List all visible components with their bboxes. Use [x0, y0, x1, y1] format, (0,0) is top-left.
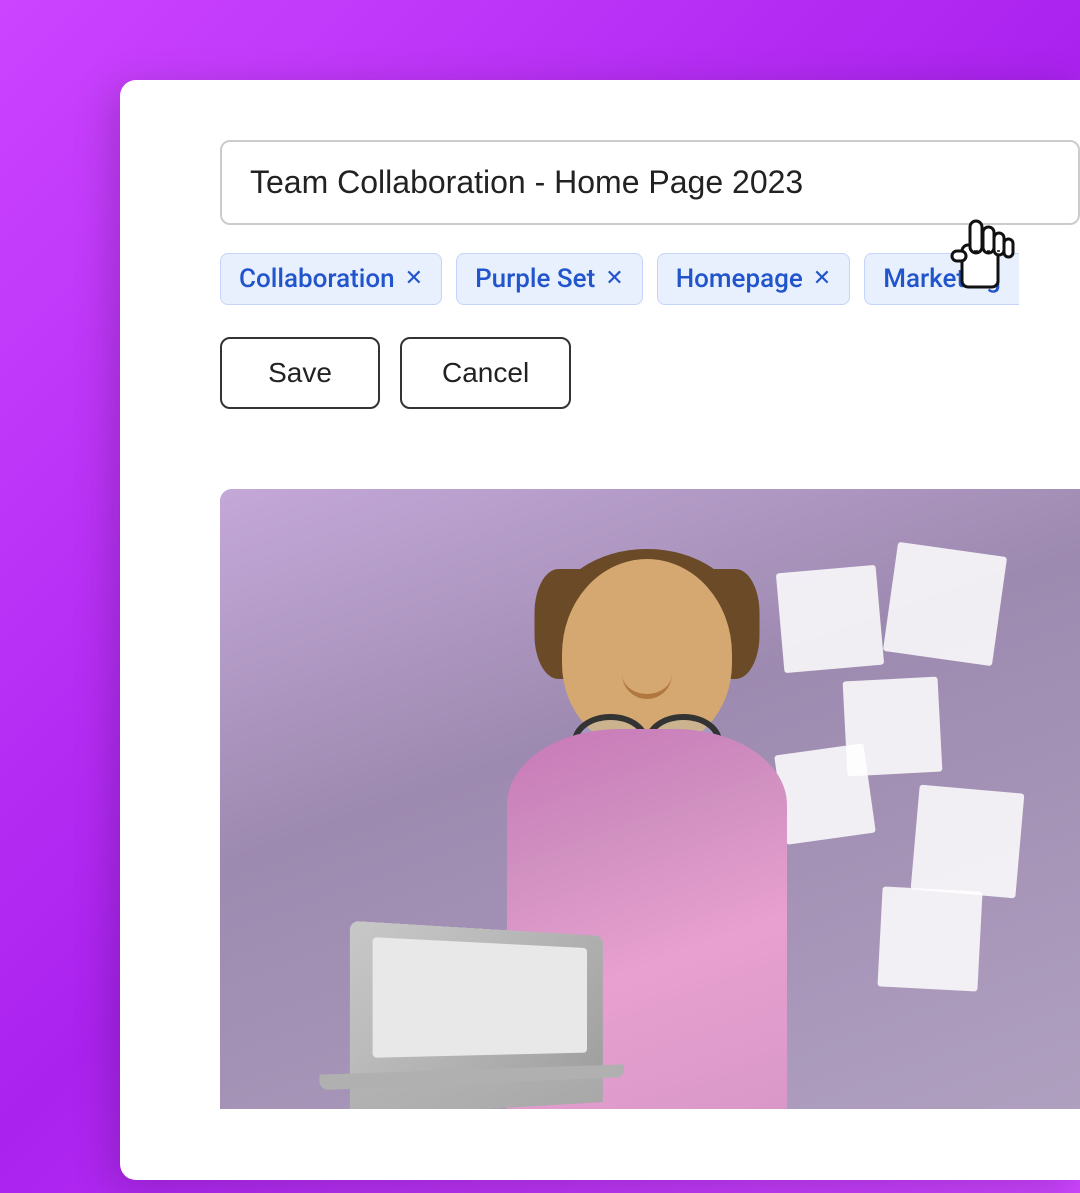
tag-purple-set-label: Purple Set — [475, 264, 595, 294]
tag-marketing: Marketing — [864, 253, 1019, 305]
tags-row: Collaboration ✕ Purple Set ✕ Homepage ✕ … — [220, 253, 1080, 305]
hero-image — [220, 489, 1080, 1109]
smile — [622, 674, 672, 699]
head — [562, 559, 732, 749]
main-window: Collaboration ✕ Purple Set ✕ Homepage ✕ … — [120, 80, 1080, 1180]
cancel-button[interactable]: Cancel — [400, 337, 571, 409]
tag-collaboration-label: Collaboration — [239, 264, 395, 294]
tag-marketing-label: Marketing — [883, 264, 1001, 294]
form-area: Collaboration ✕ Purple Set ✕ Homepage ✕ … — [120, 80, 1080, 489]
laptop — [350, 921, 603, 1109]
sticky-note-6 — [877, 886, 982, 991]
image-background — [220, 489, 1080, 1109]
buttons-row: Save Cancel — [220, 337, 1080, 409]
save-button[interactable]: Save — [220, 337, 380, 409]
sticky-note-4 — [911, 785, 1025, 899]
tag-homepage-label: Homepage — [676, 264, 803, 294]
tag-collaboration-remove[interactable]: ✕ — [405, 268, 423, 290]
sticky-note-2 — [883, 542, 1007, 666]
tag-purple-set: Purple Set ✕ — [456, 253, 643, 305]
tag-purple-set-remove[interactable]: ✕ — [605, 268, 623, 290]
tag-homepage-remove[interactable]: ✕ — [813, 268, 831, 290]
title-input[interactable] — [220, 140, 1080, 225]
person-figure — [417, 529, 877, 1109]
tag-homepage: Homepage ✕ — [657, 253, 851, 305]
laptop-screen — [372, 937, 587, 1058]
tag-collaboration: Collaboration ✕ — [220, 253, 442, 305]
